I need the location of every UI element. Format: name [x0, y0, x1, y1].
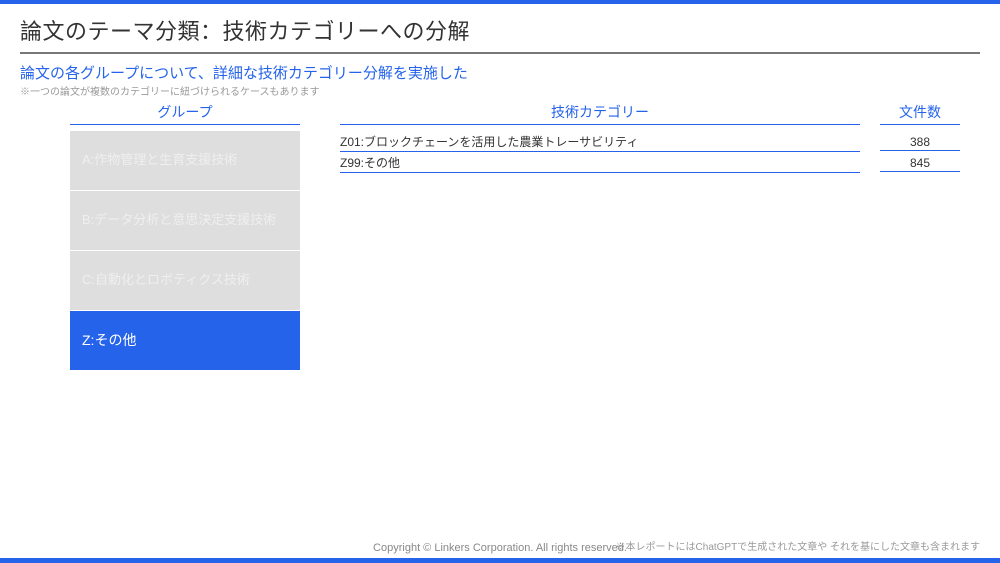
footer: Copyright © Linkers Corporation. All rig…: [0, 542, 1000, 563]
data-rows: Z01:ブロックチェーンを活用した農業トレーサビリティ 388 Z99:その他 …: [310, 131, 980, 371]
header-group: グループ: [70, 102, 300, 125]
group-sidebar: A:作物管理と生育支援技術 B:データ分析と意思決定支援技術 C:自動化とロボテ…: [70, 131, 300, 371]
cell-tech: Z99:その他: [340, 152, 860, 173]
table-row: Z99:その他 845: [310, 152, 980, 173]
sidebar-item-b[interactable]: B:データ分析と意思決定支援技術: [70, 191, 300, 251]
sidebar-item-z[interactable]: Z:その他: [70, 311, 300, 371]
content-area: A:作物管理と生育支援技術 B:データ分析と意思決定支援技術 C:自動化とロボテ…: [0, 125, 1000, 371]
footnote-text: ※本レポートにはChatGPTで生成された文章や それを基にした文章も含まれます: [616, 538, 980, 553]
subtitle: 論文の各グループについて、詳細な技術カテゴリー分解を実施した: [0, 54, 1000, 83]
cell-count: 845: [880, 154, 960, 172]
bottom-accent-bar: [0, 558, 1000, 563]
header-count: 文件数: [880, 102, 960, 125]
page-title: 論文のテーマ分類：技術カテゴリーへの分解: [0, 4, 1000, 52]
header-tech-category: 技術カテゴリー: [340, 102, 860, 125]
column-headers: グループ 技術カテゴリー 文件数: [0, 102, 1000, 125]
cell-tech: Z01:ブロックチェーンを活用した農業トレーサビリティ: [340, 131, 860, 152]
cell-count: 388: [880, 133, 960, 151]
table-row: Z01:ブロックチェーンを活用した農業トレーサビリティ 388: [310, 131, 980, 152]
sidebar-item-c[interactable]: C:自動化とロボティクス技術: [70, 251, 300, 311]
note: ※一つの論文が複数のカテゴリーに紐づけられるケースもあります: [0, 83, 1000, 102]
sidebar-item-a[interactable]: A:作物管理と生育支援技術: [70, 131, 300, 191]
